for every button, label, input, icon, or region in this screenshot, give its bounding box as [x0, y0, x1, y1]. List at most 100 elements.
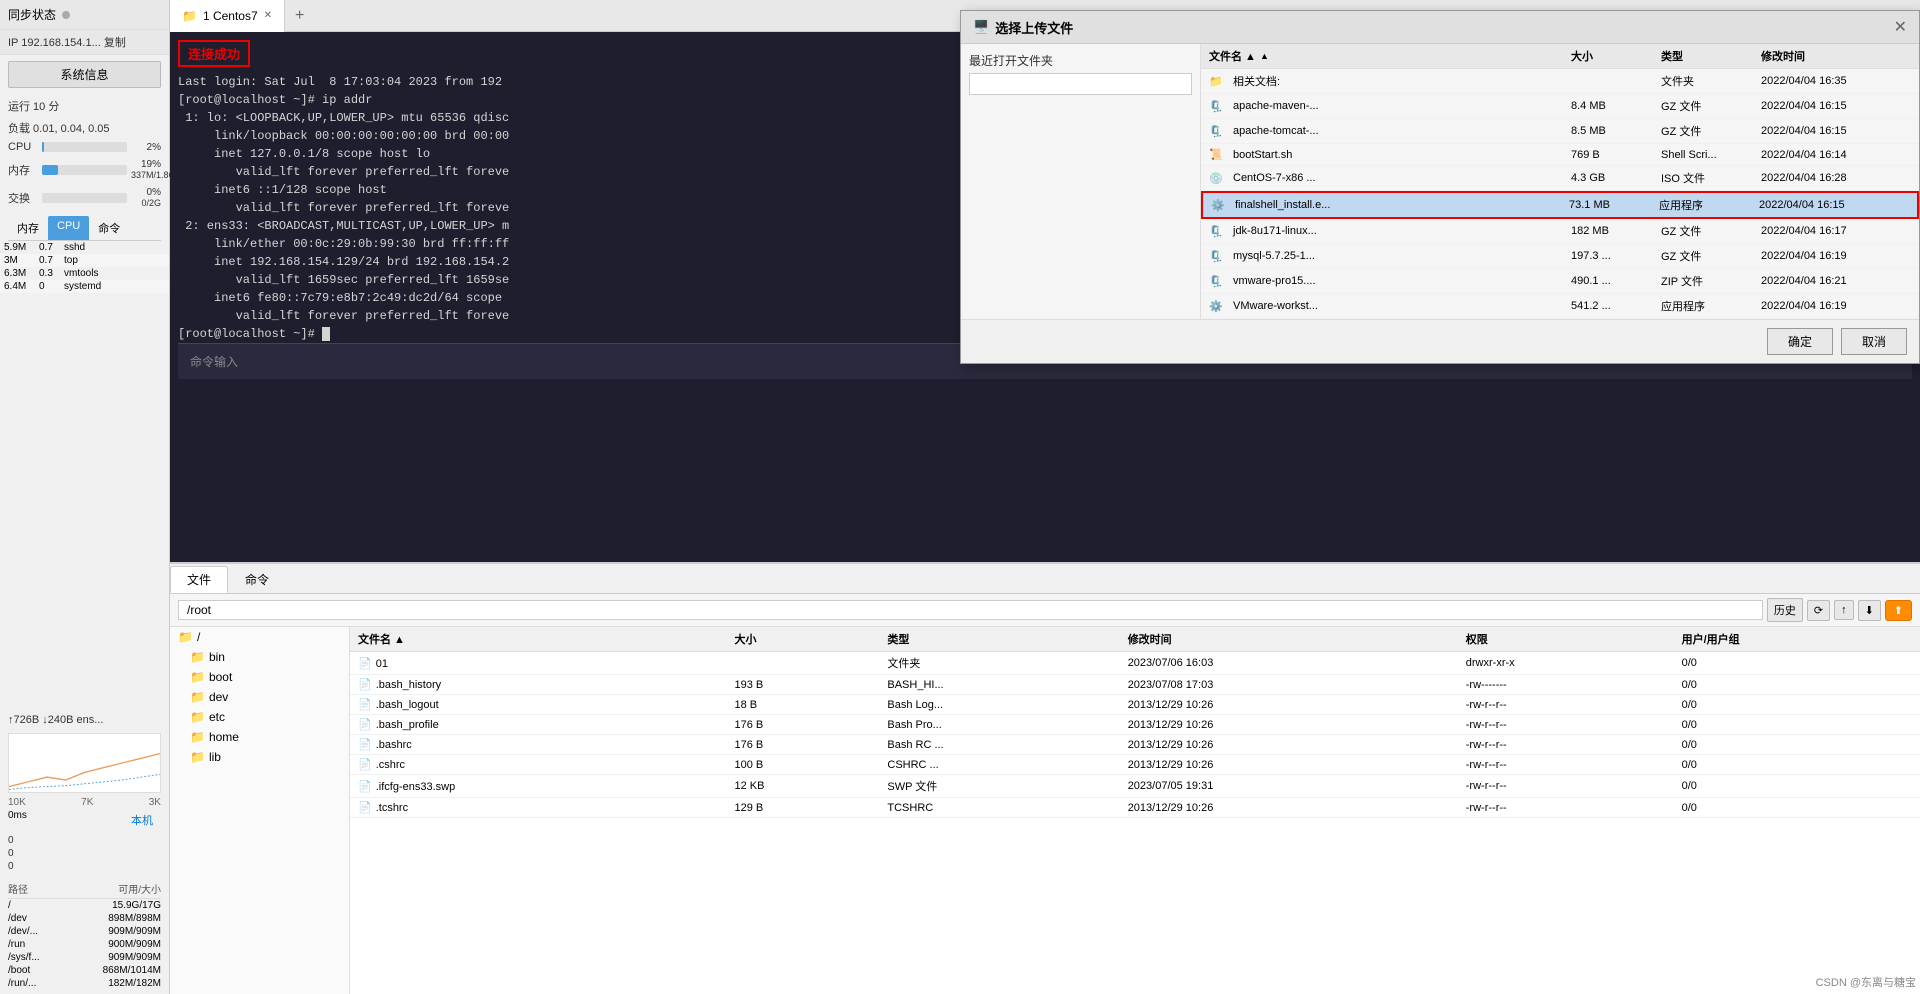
ip-text: IP 192.168.154.1... 复制	[8, 34, 126, 50]
list-item: 6.4M 0 systemd	[0, 280, 169, 293]
table-row[interactable]: 📄.bashrc 176 B Bash RC ... 2013/12/29 10…	[350, 735, 1920, 755]
table-row[interactable]: 📄.bash_profile 176 B Bash Pro... 2013/12…	[350, 715, 1920, 735]
list-item[interactable]: 🗜️ apache-maven-... 8.4 MB GZ 文件 2022/04…	[1201, 94, 1919, 119]
file-table-header: 文件名 ▲ 大小 类型 修改时间 权限 用户/用户组	[350, 627, 1920, 652]
folder-icon: 📁	[182, 9, 197, 23]
tab-mem[interactable]: 内存	[8, 216, 48, 240]
col-size-header[interactable]: 大小	[1571, 48, 1661, 64]
disk-header: 路径 可用/大小	[8, 879, 161, 899]
list-item[interactable]: ⚙️ VMware-workst... 541.2 ... 应用程序 2022/…	[1201, 294, 1919, 319]
col-time-header[interactable]: 修改时间	[1761, 48, 1911, 64]
tab-centos7[interactable]: 📁 1 Centos7 ✕	[170, 0, 285, 32]
list-item: /15.9G/17G	[8, 899, 161, 912]
load-label: 负载 0.01, 0.04, 0.05	[0, 118, 169, 138]
history-button[interactable]: 历史	[1767, 598, 1803, 622]
dialog-title: 🖥️ 选择上传文件	[973, 18, 1073, 37]
upload-icon: 🖥️	[973, 19, 989, 35]
table-row[interactable]: 📄.bash_logout 18 B Bash Log... 2013/12/2…	[350, 695, 1920, 715]
recent-label: 最近打开文件夹	[969, 52, 1192, 69]
dialog-right-panel: 文件名 ▲ 大小 类型 修改时间 📁 相关文档: 文件夹 2022/04/04 …	[1201, 44, 1919, 319]
ping-row: 0ms 本机	[0, 808, 169, 832]
dir-item-etc[interactable]: 📁 etc	[170, 707, 349, 727]
folder-icon: 📁	[190, 690, 205, 704]
refresh-button[interactable]: ⟳	[1807, 600, 1830, 621]
list-item: /run900M/909M	[8, 938, 161, 951]
file-split: 📁 / 📁 bin 📁 boot 📁 d	[170, 627, 1920, 994]
chart-labels: 10K 7K 3K	[0, 797, 169, 808]
avail-header: 可用/大小	[118, 881, 161, 896]
up-button[interactable]: ↑	[1834, 600, 1854, 620]
list-item[interactable]: 💿 CentOS-7-x86 ... 4.3 GB ISO 文件 2022/04…	[1201, 166, 1919, 191]
dir-label: /	[197, 630, 200, 644]
dialog-left-panel: 最近打开文件夹	[961, 44, 1201, 319]
uptime-label: 运行 10 分	[0, 94, 169, 118]
mem-bar-bg	[42, 165, 127, 175]
tab-cpu[interactable]: CPU	[48, 216, 89, 240]
dir-tree: 📁 / 📁 bin 📁 boot 📁 d	[170, 627, 350, 994]
list-item[interactable]: 📜 bootStart.sh 769 B Shell Scri... 2022/…	[1201, 144, 1919, 166]
list-item[interactable]: 📁 相关文档: 文件夹 2022/04/04 16:35	[1201, 69, 1919, 94]
dialog-file-list: 📁 相关文档: 文件夹 2022/04/04 16:35 🗜️ apache-m…	[1201, 69, 1919, 319]
table-row[interactable]: 📄.tcshrc 129 B TCSHRC 2013/12/29 10:26 -…	[350, 798, 1920, 818]
dialog-cancel-button[interactable]: 取消	[1841, 328, 1907, 355]
table-row[interactable]: 📄01 文件夹 2023/07/06 16:03 drwxr-xr-x 0/0	[350, 652, 1920, 675]
dir-item-home[interactable]: 📁 home	[170, 727, 349, 747]
list-item: 3M 0.7 top	[0, 254, 169, 267]
dir-label: dev	[209, 690, 228, 704]
table-row[interactable]: 📄.ifcfg-ens33.swp 12 KB SWP 文件 2023/07/0…	[350, 775, 1920, 798]
list-item[interactable]: 🗜️ vmware-pro15.... 490.1 ... ZIP 文件 202…	[1201, 269, 1919, 294]
dir-item-bin[interactable]: 📁 bin	[170, 647, 349, 667]
col-owner[interactable]: 用户/用户组	[1674, 627, 1920, 652]
upload-button[interactable]: ⬆	[1885, 600, 1912, 621]
tab-files[interactable]: 文件	[170, 566, 228, 593]
list-item: /sys/f...909M/909M	[8, 951, 161, 964]
cpu-row: CPU 2%	[0, 138, 169, 156]
file-toolbar: /root 历史 ⟳ ↑ ⬇ ⬆	[170, 594, 1920, 627]
dialog-title-text: 选择上传文件	[995, 18, 1073, 37]
col-name-header[interactable]: 文件名 ▲	[1209, 48, 1571, 64]
mem-val: 19% 337M/1.8G	[131, 159, 161, 181]
folder-icon: 📁	[190, 670, 205, 684]
table-row[interactable]: 📄.cshrc 100 B CSHRC ... 2013/12/29 10:26…	[350, 755, 1920, 775]
local-btn[interactable]: 本机	[131, 812, 153, 828]
network-row: ↑726B ↓240B ens...	[0, 711, 169, 729]
file-tabs: 文件 命令	[170, 564, 1920, 594]
col-perm[interactable]: 权限	[1458, 627, 1674, 652]
sync-dot	[62, 11, 70, 19]
list-item[interactable]: 🗜️ jdk-8u171-linux... 182 MB GZ 文件 2022/…	[1201, 219, 1919, 244]
sys-info-button[interactable]: 系统信息	[8, 61, 161, 88]
table-row[interactable]: 📄.bash_history 193 B BASH_HI... 2023/07/…	[350, 675, 1920, 695]
tab-cmd[interactable]: 命令	[228, 566, 286, 593]
col-type-header[interactable]: 类型	[1661, 48, 1761, 64]
swap-bar-bg	[42, 193, 127, 203]
dir-label: lib	[209, 750, 221, 764]
dir-item-lib[interactable]: 📁 lib	[170, 747, 349, 767]
tab-cmd[interactable]: 命令	[89, 216, 129, 240]
folder-icon: 📁	[190, 750, 205, 764]
dir-label: bin	[209, 650, 225, 664]
dir-item-root[interactable]: 📁 /	[170, 627, 349, 647]
col-type[interactable]: 类型	[879, 627, 1119, 652]
list-item[interactable]: 🗜️ mysql-5.7.25-1... 197.3 ... GZ 文件 202…	[1201, 244, 1919, 269]
upload-dialog: 🖥️ 选择上传文件 ✕ 最近打开文件夹 文件名 ▲ 大小 类型 修改时间 📁 相…	[960, 10, 1920, 364]
download-button[interactable]: ⬇	[1858, 600, 1881, 621]
dialog-search-input[interactable]	[969, 73, 1192, 95]
disk-section: 路径 可用/大小 /15.9G/17G /dev898M/898M /dev/.…	[0, 875, 169, 994]
col-mtime[interactable]: 修改时间	[1120, 627, 1458, 652]
list-item[interactable]: 🗜️ apache-tomcat-... 8.5 MB GZ 文件 2022/0…	[1201, 119, 1919, 144]
folder-icon: 📁	[178, 630, 193, 644]
col-size[interactable]: 大小	[726, 627, 879, 652]
tab-add-button[interactable]: +	[285, 7, 314, 25]
dir-item-boot[interactable]: 📁 boot	[170, 667, 349, 687]
dialog-ok-button[interactable]: 确定	[1767, 328, 1833, 355]
list-item[interactable]: ⚙️ finalshell_install.e... 73.1 MB 应用程序 …	[1201, 191, 1919, 219]
swap-label: 交换	[8, 190, 38, 206]
dialog-close-button[interactable]: ✕	[1894, 17, 1907, 37]
tab-close-icon[interactable]: ✕	[264, 10, 272, 21]
dir-label: etc	[209, 710, 225, 724]
list-item: /run/...182M/182M	[8, 977, 161, 990]
col-name[interactable]: 文件名 ▲	[350, 627, 726, 652]
sidebar: 同步状态 IP 192.168.154.1... 复制 系统信息 运行 10 分…	[0, 0, 170, 994]
dialog-file-header: 文件名 ▲ 大小 类型 修改时间	[1201, 44, 1919, 69]
dir-item-dev[interactable]: 📁 dev	[170, 687, 349, 707]
